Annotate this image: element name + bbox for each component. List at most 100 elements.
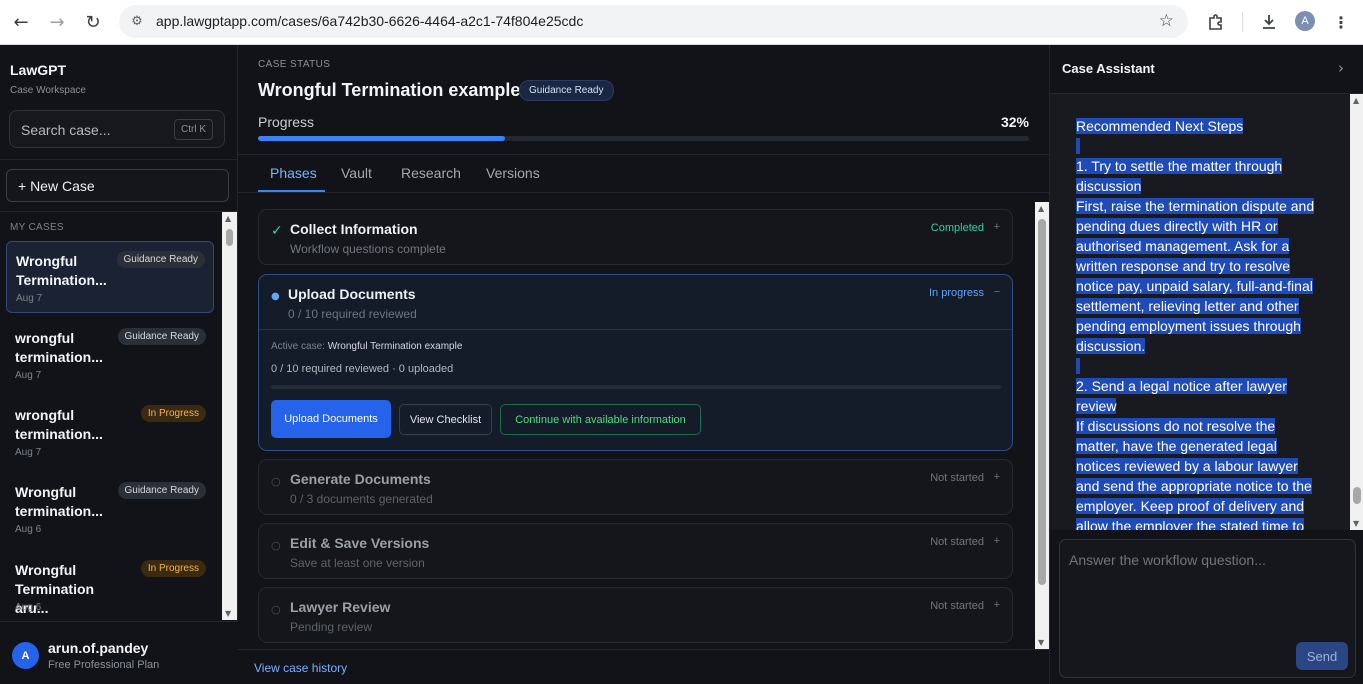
download-icon[interactable] [1256, 9, 1282, 35]
continue-with-available-info-button[interactable]: Continue with available information [500, 404, 701, 435]
case-list-item[interactable]: wrongful termination... In Progress Aug … [6, 396, 214, 468]
expand-icon[interactable]: + [994, 221, 1000, 233]
send-button[interactable]: Send [1296, 642, 1348, 670]
forward-arrow-icon[interactable]: → [44, 9, 70, 35]
active-case-label: Active case: [271, 341, 325, 352]
new-case-button[interactable]: + New Case [6, 169, 229, 202]
divider [0, 211, 238, 212]
scroll-up-arrow-icon[interactable]: ▲ [1353, 96, 1359, 105]
back-arrow-icon[interactable]: ← [8, 9, 34, 35]
tab-vault[interactable]: Vault [341, 165, 372, 181]
case-list-item[interactable]: Wrongful termination... Guidance Ready A… [6, 473, 214, 545]
phase-subtitle: Workflow questions complete [290, 242, 446, 256]
active-case-name: Wrongful Termination example [327, 341, 463, 352]
scrollbar-thumb[interactable] [1353, 487, 1361, 504]
case-list: Wrongful Termination... Guidance Ready A… [0, 241, 222, 621]
not-started-circle-icon: ○ [271, 603, 281, 616]
progress-bar-fill [258, 136, 505, 141]
scroll-up-arrow-icon[interactable]: ▲ [225, 214, 231, 223]
url-text[interactable]: app.lawgptapp.com/cases/6a742b30-6626-44… [156, 13, 583, 29]
status-badge: Guidance Ready [519, 80, 614, 101]
case-list-scrollbar[interactable]: ▲ ▼ [222, 212, 237, 620]
phase-subtitle: 0 / 10 required reviewed [288, 307, 417, 321]
phase-list: ✓ Collect Information Workflow questions… [238, 193, 1033, 648]
view-checklist-button[interactable]: View Checklist [399, 404, 492, 435]
assistant-title: Case Assistant [1062, 61, 1155, 76]
scroll-down-arrow-icon[interactable]: ▼ [1038, 638, 1044, 647]
case-title: wrongful termination... [15, 407, 103, 442]
phase-status: Not started [930, 472, 984, 484]
phase-subtitle: Pending review [290, 620, 373, 634]
avatar: A [12, 642, 39, 669]
collapse-panel-chevron-icon[interactable]: › [1338, 59, 1344, 77]
input-placeholder: Answer the workflow question... [1069, 552, 1266, 568]
more-menu-icon[interactable]: ⋮ [1328, 9, 1354, 35]
expand-icon[interactable]: + [994, 471, 1000, 483]
case-list-item[interactable]: Wrongful Termination aru... In Progress … [6, 551, 214, 621]
user-plan: Free Professional Plan [48, 659, 160, 671]
upload-documents-button[interactable]: Upload Documents [271, 400, 391, 438]
case-list-item[interactable]: Wrongful Termination... Guidance Ready A… [6, 241, 214, 313]
view-case-history-link[interactable]: View case history [254, 661, 347, 675]
case-list-item[interactable]: wrongful termination... Guidance Ready A… [6, 319, 214, 391]
scroll-down-arrow-icon[interactable]: ▼ [225, 609, 231, 618]
assistant-message-line: pending employment issues through [1076, 318, 1301, 334]
status-badge: In Progress [140, 560, 206, 577]
assistant-message-line: If discussions do not resolve the [1076, 418, 1276, 434]
site-settings-icon[interactable]: ⚙ [127, 11, 147, 31]
assistant-message-line: discussion [1076, 178, 1142, 194]
case-title: Wrongful Termination... [16, 253, 107, 288]
search-placeholder: Search case... [21, 122, 111, 138]
divider [238, 649, 1049, 650]
phase-status: Not started [930, 536, 984, 548]
case-search-input[interactable]: Search case... Ctrl K [9, 110, 225, 148]
assistant-message-line: notices reviewed by a labour lawyer [1076, 458, 1298, 474]
profile-avatar[interactable]: A [1295, 11, 1315, 31]
assistant-message-line [1076, 356, 1326, 376]
extensions-icon[interactable] [1203, 9, 1229, 35]
scroll-down-arrow-icon[interactable]: ▼ [1353, 519, 1359, 528]
phase-card-collect-information[interactable]: ✓ Collect Information Workflow questions… [258, 209, 1013, 265]
check-icon: ✓ [271, 223, 283, 239]
assistant-scrollbar[interactable]: ▲ ▼ [1350, 94, 1363, 530]
my-cases-heading: MY CASES [10, 222, 64, 233]
phase-card-lawyer-review[interactable]: ○ Lawyer Review Pending review Not start… [258, 587, 1013, 643]
toolbar-separator [1242, 12, 1243, 32]
address-bar[interactable]: ⚙ app.lawgptapp.com/cases/6a742b30-6626-… [119, 5, 1188, 38]
phase-title: Edit & Save Versions [290, 535, 430, 551]
page-title: Wrongful Termination example [258, 80, 521, 100]
tab-research[interactable]: Research [401, 165, 461, 181]
phase-card-upload-documents[interactable]: ● Upload Documents 0 / 10 required revie… [258, 274, 1013, 451]
scroll-up-arrow-icon[interactable]: ▲ [1038, 204, 1044, 213]
collapse-icon[interactable]: − [994, 286, 1000, 298]
assistant-message-text[interactable]: Recommended Next Steps 1. Try to settle … [1076, 116, 1326, 530]
phase-subtitle: 0 / 3 documents generated [290, 492, 433, 506]
expand-icon[interactable]: + [994, 535, 1000, 547]
sidebar: LawGPT Case Workspace Search case... Ctr… [0, 45, 238, 684]
status-badge: Guidance Ready [117, 482, 206, 499]
assistant-message-line: review [1076, 398, 1117, 414]
brand-name: LawGPT [10, 62, 67, 78]
phase-list-scrollbar[interactable]: ▲ ▼ [1035, 202, 1049, 649]
assistant-message-line: First, raise the termination dispute and [1076, 198, 1315, 214]
scrollbar-thumb[interactable] [1038, 219, 1046, 585]
not-started-circle-icon: ○ [271, 539, 281, 552]
case-date: Aug 7 [15, 447, 42, 458]
assistant-message-line: written response and try to resolve [1076, 258, 1290, 274]
phase-status: Not started [930, 600, 984, 612]
bookmark-star-icon[interactable]: ☆ [1159, 11, 1174, 31]
phase-card-generate-documents[interactable]: ○ Generate Documents 0 / 3 documents gen… [258, 459, 1013, 515]
case-title: Wrongful termination... [15, 484, 103, 519]
tab-phases[interactable]: Phases [270, 165, 317, 181]
expand-icon[interactable]: + [994, 599, 1000, 611]
phase-card-edit-save-versions[interactable]: ○ Edit & Save Versions Save at least one… [258, 523, 1013, 579]
scrollbar-thumb[interactable] [226, 229, 233, 246]
brand-subtitle: Case Workspace [10, 85, 86, 96]
phase-subtitle: Save at least one version [290, 556, 425, 570]
case-date: Aug 7 [15, 370, 42, 381]
assistant-message-line: 1. Try to settle the matter through [1076, 158, 1283, 174]
reload-icon[interactable]: ↻ [80, 9, 106, 35]
tab-versions[interactable]: Versions [486, 165, 540, 181]
in-progress-dot-icon: ● [271, 291, 280, 302]
user-profile[interactable]: A arun.of.pandey Free Professional Plan [0, 621, 238, 684]
